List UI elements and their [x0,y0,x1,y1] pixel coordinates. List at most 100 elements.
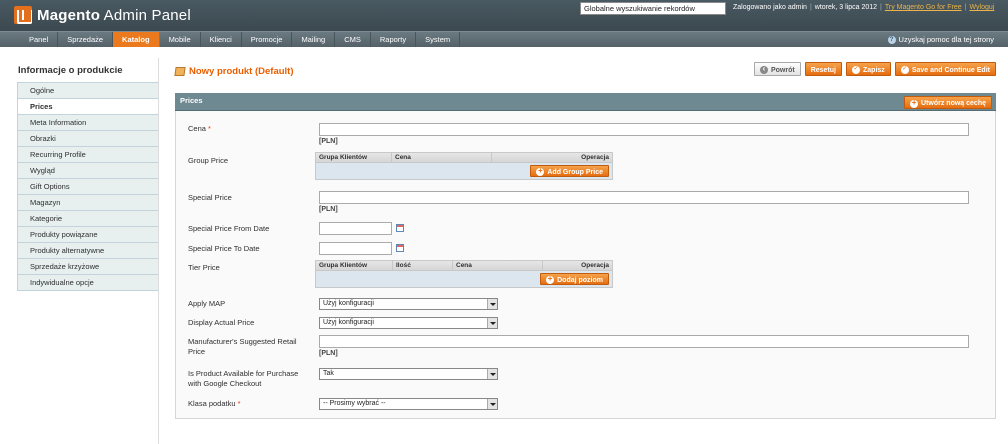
current-date: wtorek, 3 lipca 2012 [814,4,878,11]
fieldset-title: Prices [180,96,203,105]
nav-item-panel[interactable]: Panel [20,32,59,47]
magento-logo[interactable]: Magento Admin Panel [14,5,191,25]
nav-item-klienci[interactable]: Klienci [201,32,242,47]
tab-prices[interactable]: Prices [17,99,158,115]
back-button[interactable]: Powrót [753,62,801,76]
price-input[interactable] [319,123,969,136]
tab-produkty-powiazane[interactable]: Produkty powiązane [17,227,158,243]
add-tier-label: Dodaj poziom [557,276,603,284]
back-button-label: Powrót [770,66,795,74]
group-col-price: Cena [392,153,492,162]
create-attribute-label: Utwórz nową cechę [921,100,986,107]
main-nav: Panel Sprzedaże Katalog Mobile Klienci P… [0,31,1008,47]
help-icon: ? [887,35,896,44]
reset-button[interactable]: Resetuj [804,62,843,76]
tab-wyglad[interactable]: Wygląd [17,163,158,179]
try-magento-go-link[interactable]: Try Magento Go for Free [885,4,962,11]
tab-ogolne[interactable]: Ogólne [17,83,158,99]
nav-item-sprzedaze[interactable]: Sprzedaże [58,32,114,47]
msrp-currency-note: [PLN] [319,350,338,357]
logo-brand: Magento [37,6,101,24]
special-to-label: Special Price To Date [188,244,260,253]
sidebar-title: Informacje o produkcie [18,65,123,76]
global-search-input[interactable] [580,2,726,15]
logged-in-text: Zalogowano jako admin [733,4,807,11]
add-group-price-label: Add Group Price [547,168,603,176]
plus-icon [546,274,555,284]
price-currency-note: [PLN] [319,138,338,145]
logout-link[interactable]: Wyloguj [969,4,994,11]
google-checkout-label: Is Product Available for Purchase with G… [188,369,299,388]
save-button[interactable]: Zapisz [846,62,891,76]
chevron-down-icon [487,399,497,409]
special-from-label: Special Price From Date [188,224,270,233]
tier-col-qty: Ilość [393,261,453,270]
tab-produkty-alternatywne[interactable]: Produkty alternatywne [17,243,158,259]
tax-class-value: -- Prosimy wybrać -- [323,400,386,407]
special-to-date-input[interactable] [319,242,392,255]
tax-class-label: Klasa podatku * [188,399,241,408]
google-checkout-value: Tak [323,370,334,377]
display-actual-value: Użyj konfiguracji [323,319,374,326]
product-box-icon [174,67,186,76]
prices-fieldset-header: Prices Utwórz nową cechę [175,93,996,111]
apply-map-select[interactable]: Użyj konfiguracji [319,298,498,310]
group-col-action: Operacja [581,154,609,161]
tab-indywidualne-opcje[interactable]: Indywidualne opcje [17,275,158,291]
required-marker: * [237,399,241,408]
group-price-label: Group Price [188,156,229,165]
tax-class-select[interactable]: -- Prosimy wybrać -- [319,398,498,410]
product-info-tabs: Ogólne Prices Meta Information Obrazki R… [17,82,158,291]
chevron-down-icon [487,369,497,379]
special-from-date-input[interactable] [319,222,392,235]
calendar-icon[interactable] [396,244,404,252]
nav-item-mobile[interactable]: Mobile [160,32,201,47]
magento-logo-icon [14,6,32,24]
plus-icon [910,98,919,108]
group-col-customer-group: Grupa Klientów [316,153,392,162]
apply-map-value: Użyj konfiguracji [323,300,374,307]
tab-meta-information[interactable]: Meta Information [17,115,158,131]
nav-item-raporty[interactable]: Raporty [371,32,417,47]
tab-magazyn[interactable]: Magazyn [17,195,158,211]
google-checkout-select[interactable]: Tak [319,368,498,380]
save-continue-label: Save and Continue Edit [911,66,990,74]
back-arrow-icon [759,64,768,74]
nav-item-mailing[interactable]: Mailing [292,32,336,47]
plus-icon [536,166,545,176]
tier-price-label: Tier Price [188,263,220,272]
msrp-label: Manufacturer's Suggested Retail Price [188,337,297,356]
tab-obrazki[interactable]: Obrazki [17,131,158,147]
apply-map-label: Apply MAP [188,299,226,308]
page-title-text: Nowy produkt (Default) [189,66,294,77]
nav-item-promocje[interactable]: Promocje [242,32,293,47]
display-actual-label: Display Actual Price [188,318,255,327]
add-tier-button[interactable]: Dodaj poziom [540,273,609,285]
add-group-price-button[interactable]: Add Group Price [530,165,609,177]
header: Magento Admin Panel Zalogowano jako admi… [0,0,1008,31]
help-link[interactable]: ? Uzyskaj pomoc dla tej strony [887,35,994,44]
display-actual-select[interactable]: Użyj konfiguracji [319,317,498,329]
save-and-continue-button[interactable]: Save and Continue Edit [894,62,996,76]
logo-suffix: Admin Panel [103,6,191,24]
special-price-label: Special Price [188,193,232,202]
save-button-label: Zapisz [863,66,885,74]
tab-sprzedaze-krzyzowe[interactable]: Sprzedaże krzyżowe [17,259,158,275]
tier-col-price: Cena [453,261,543,270]
special-price-currency-note: [PLN] [319,206,338,213]
msrp-input[interactable] [319,335,969,348]
form-buttons: Powrót Resetuj Zapisz Save and Continue … [753,62,996,76]
nav-item-cms[interactable]: CMS [335,32,371,47]
price-label: Cena * [188,124,211,133]
page-title: Nowy produkt (Default) [174,66,294,77]
tier-col-action: Operacja [581,262,609,269]
calendar-icon[interactable] [396,224,404,232]
nav-item-katalog[interactable]: Katalog [113,32,160,47]
tab-kategorie[interactable]: Kategorie [17,211,158,227]
tab-recurring-profile[interactable]: Recurring Profile [17,147,158,163]
nav-item-system[interactable]: System [416,32,461,47]
required-marker: * [208,124,211,133]
create-attribute-button[interactable]: Utwórz nową cechę [904,96,992,109]
tab-gift-options[interactable]: Gift Options [17,179,158,195]
special-price-input[interactable] [319,191,969,204]
